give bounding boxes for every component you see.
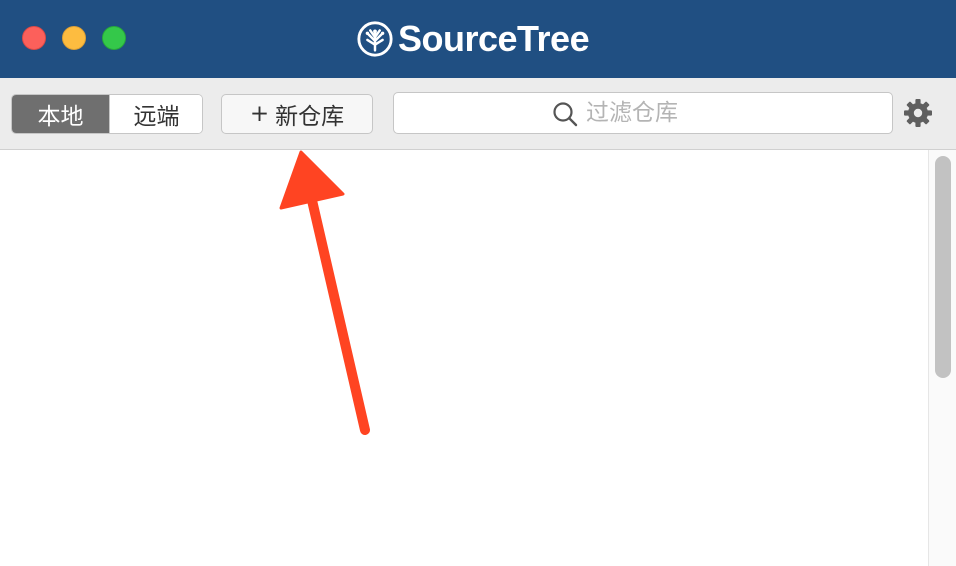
new-repo-button[interactable]: + 新仓库 (221, 94, 373, 134)
zoom-window-button[interactable] (102, 26, 126, 50)
tab-local[interactable]: 本地 (12, 95, 109, 133)
app-title: SourceTree (398, 18, 590, 59)
new-repo-label: 新仓库 (275, 104, 345, 130)
repository-list[interactable] (0, 150, 956, 566)
filter-repos-input[interactable] (586, 97, 876, 129)
title-bar: SourceTree (0, 0, 956, 78)
sourcetree-window: SourceTree 本地 远端 + 新仓库 (0, 0, 956, 566)
toolbar: 本地 远端 + 新仓库 (0, 78, 956, 150)
app-logo: SourceTree (356, 18, 590, 60)
scrollbar-thumb[interactable] (935, 156, 951, 378)
minimize-window-button[interactable] (62, 26, 86, 50)
repo-location-tabs: 本地 远端 (11, 94, 203, 134)
search-icon (553, 102, 578, 127)
gear-icon[interactable] (903, 98, 933, 128)
close-window-button[interactable] (22, 26, 46, 50)
sourcetree-logo-icon (357, 21, 393, 57)
filter-repos-field[interactable] (393, 92, 893, 134)
plus-icon: + (249, 101, 270, 127)
tab-remote[interactable]: 远端 (109, 95, 202, 133)
